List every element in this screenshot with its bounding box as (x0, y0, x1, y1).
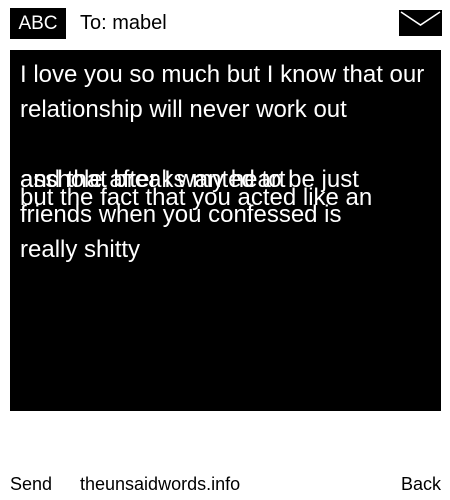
message-text-third: but the fact that you acted like an (20, 184, 373, 211)
message-text-fourth: really shitty (20, 236, 141, 263)
input-mode-badge[interactable]: ABC (10, 8, 66, 39)
compose-header: ABC To: mabel (0, 0, 450, 46)
send-button[interactable]: Send (10, 470, 52, 498)
back-button[interactable]: Back (401, 470, 441, 498)
envelope-icon[interactable] (399, 10, 442, 36)
softkey-bar: Send theunsaidwords.info Back (0, 470, 450, 498)
site-link[interactable]: theunsaidwords.info (80, 470, 240, 498)
recipient-field[interactable]: To: mabel (80, 10, 167, 36)
message-body[interactable]: I love you so much but I know that our r… (10, 50, 441, 411)
